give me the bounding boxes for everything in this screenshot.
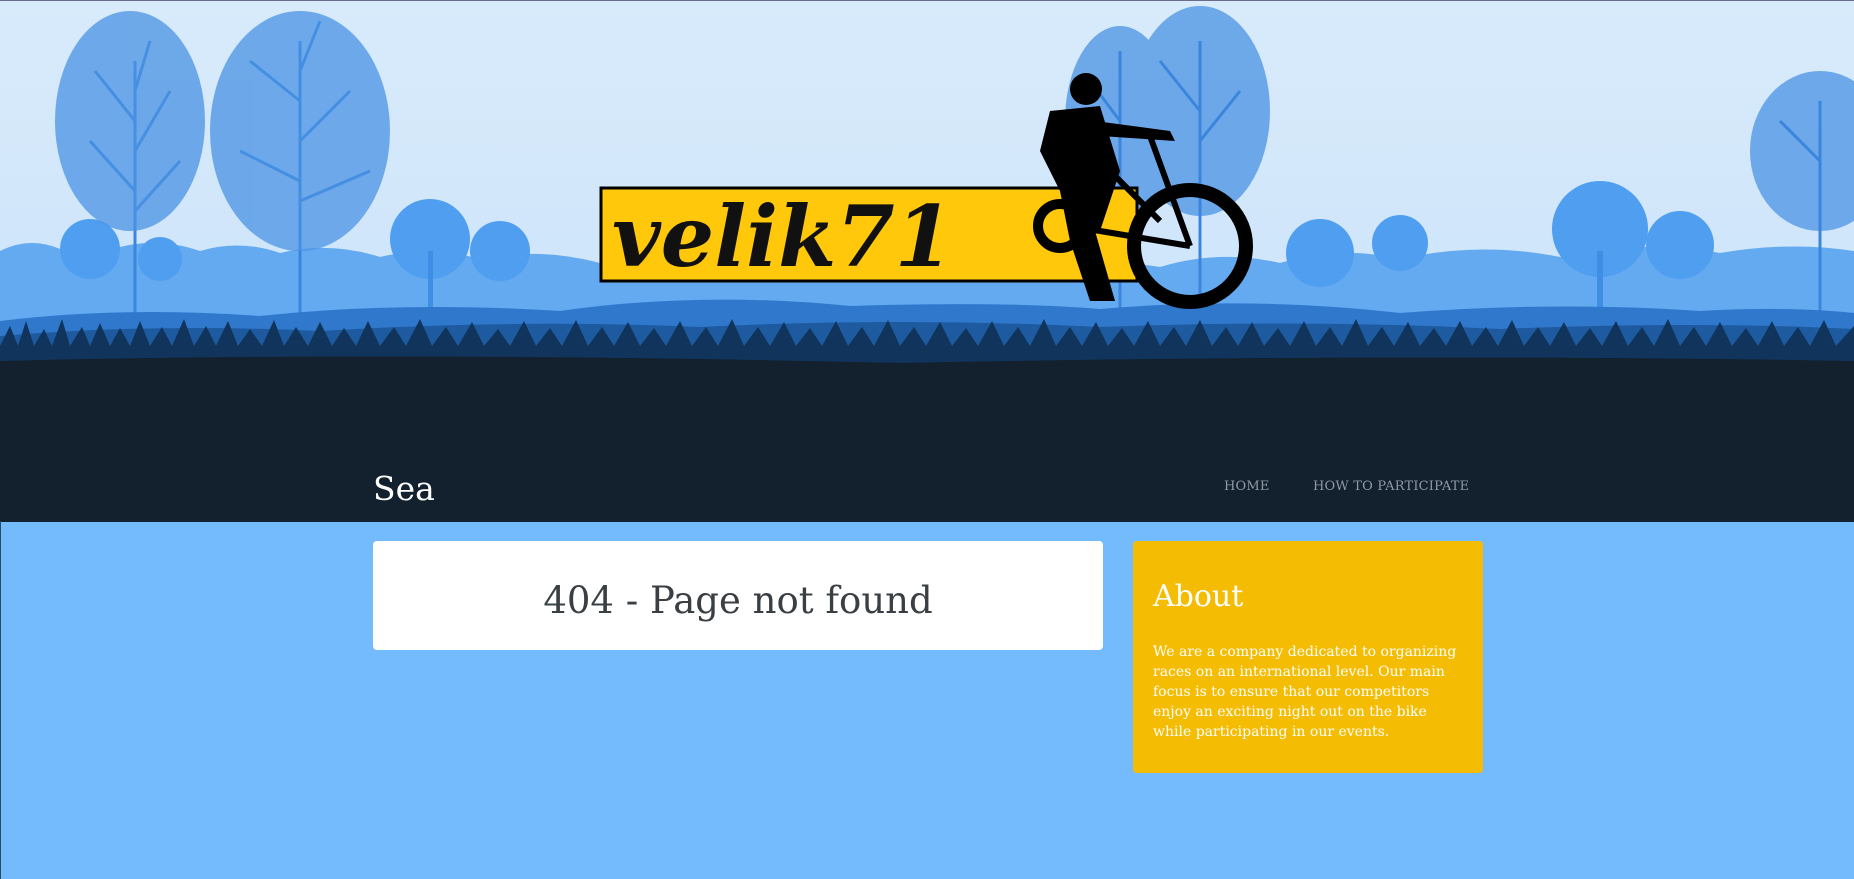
- nav-how-to-participate-link[interactable]: HOW TO PARTICIPATE: [1313, 479, 1469, 494]
- header-banner: velik71 Sea HOME HOW TO PARTICIPATE: [0, 0, 1854, 522]
- left-border: [0, 521, 1, 879]
- main-content-card: 404 - Page not found: [373, 541, 1103, 650]
- forest-illustration: velik71: [0, 6, 1854, 522]
- about-title: About: [1153, 579, 1244, 614]
- about-widget: About We are a company dedicated to orga…: [1133, 541, 1483, 773]
- main-navigation: HOME HOW TO PARTICIPATE: [0, 479, 1854, 499]
- nav-home-link[interactable]: HOME: [1224, 479, 1270, 494]
- page-heading: 404 - Page not found: [543, 579, 933, 622]
- svg-text:velik71: velik71: [612, 187, 953, 286]
- about-text: We are a company dedicated to organizing…: [1153, 644, 1457, 740]
